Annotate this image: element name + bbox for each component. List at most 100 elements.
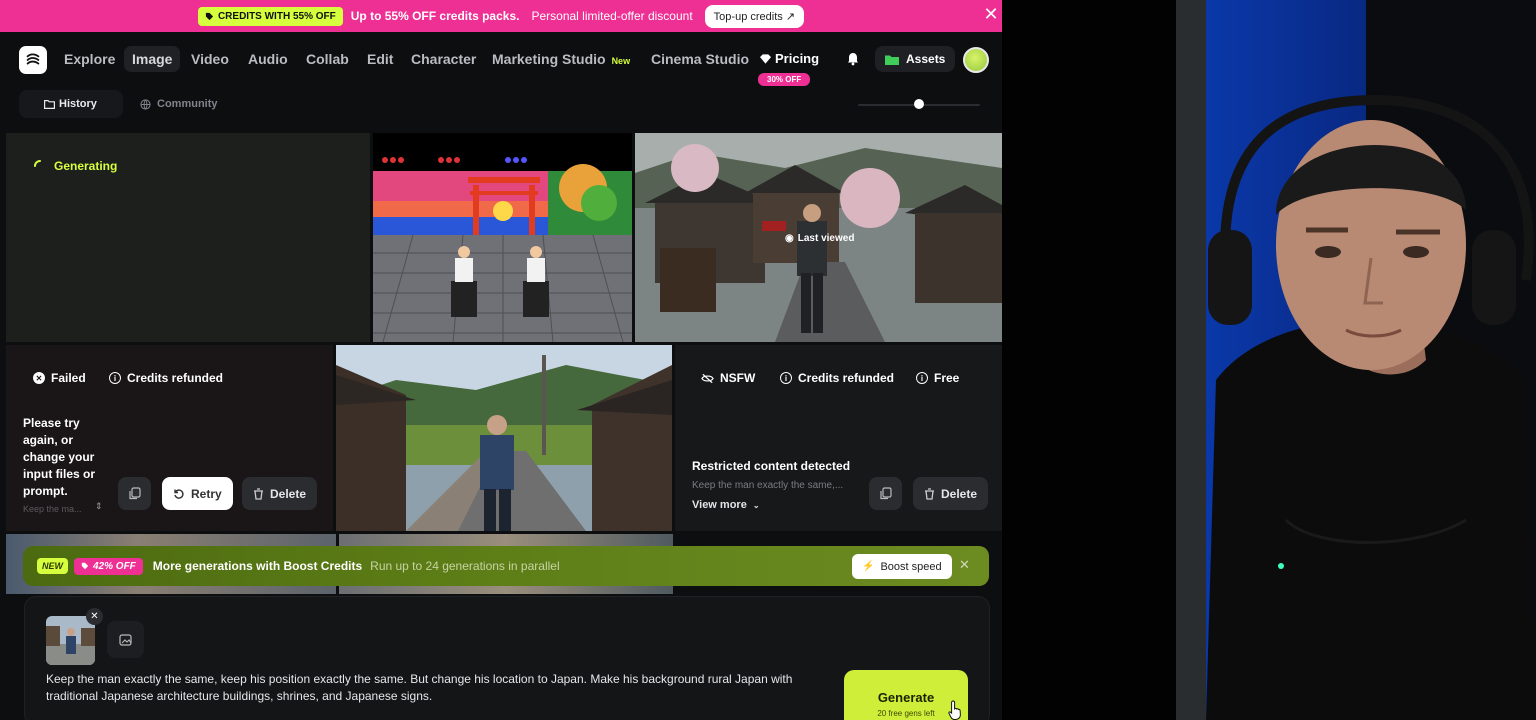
nav-marketing-studio[interactable]: Marketing Studio New <box>492 51 630 67</box>
nav-explore[interactable]: Explore <box>64 51 115 67</box>
delete-label-failed: Delete <box>270 486 307 501</box>
assets-label: Assets <box>906 52 946 66</box>
lightning-icon: ⚡ <box>862 561 875 572</box>
view-more-link[interactable]: View more ⌄ <box>692 499 760 511</box>
view-more-label: View more <box>692 499 747 511</box>
arrow-up-right-icon: ↗ <box>785 10 796 23</box>
trash-icon <box>925 487 934 500</box>
nav-pricing-label: Pricing <box>775 51 820 66</box>
topup-credits-button[interactable]: Top-up credits ↗ <box>704 4 805 28</box>
nsfw-status: NSFW <box>701 371 755 385</box>
remove-image-button[interactable]: ✕ <box>86 608 103 625</box>
man-photo-image <box>46 616 95 665</box>
copy-prompt-button[interactable] <box>118 477 151 510</box>
retry-label: Retry <box>191 486 222 501</box>
copy-icon <box>879 487 892 500</box>
boost-speed-label: Boost speed <box>880 560 942 573</box>
webcam-person-image <box>1176 0 1536 720</box>
app-window: CREDITS WITH 55% OFF Up to 55% OFF credi… <box>0 0 1002 720</box>
retry-button[interactable]: Retry <box>162 477 233 510</box>
tab-history-label: History <box>59 98 97 110</box>
hand-cursor-icon <box>948 700 961 720</box>
tab-history[interactable]: History <box>19 90 123 118</box>
nav-audio[interactable]: Audio <box>248 51 288 67</box>
pricing-discount-badge: 30% OFF <box>758 73 811 86</box>
close-icon[interactable]: ✕ <box>982 4 1000 25</box>
arcade-scene-image <box>373 133 632 342</box>
last-viewed-label: Last viewed <box>797 233 855 244</box>
topup-credits-label: Top-up credits <box>713 10 783 23</box>
retry-icon <box>174 488 184 499</box>
screen-divider <box>1002 0 1176 720</box>
generating-status: Generating <box>34 159 117 173</box>
last-viewed-badge: ◉ Last viewed <box>785 233 854 244</box>
logo-icon <box>26 53 40 65</box>
tab-community[interactable]: Community <box>130 90 228 118</box>
diamond-icon <box>760 54 771 64</box>
failed-message: Please try again, or change your input f… <box>23 416 95 498</box>
folder-icon <box>885 55 899 65</box>
nsfw-status-label: NSFW <box>720 371 756 385</box>
nav-marketing-studio-label: Marketing Studio <box>492 51 606 67</box>
boost-description: Run up to 24 generations in parallel <box>370 559 560 573</box>
assets-button[interactable]: Assets <box>875 46 956 72</box>
user-avatar[interactable] <box>963 47 989 73</box>
copy-prompt-button-nsfw[interactable] <box>869 477 902 510</box>
restricted-title: Restricted content detected <box>692 459 851 473</box>
failed-status: ✕ Failed <box>33 371 86 385</box>
generating-label: Generating <box>54 159 118 173</box>
free-label: Free <box>934 371 960 385</box>
promo-subline: Personal limited-offer discount <box>531 9 693 23</box>
promo-badge: CREDITS WITH 55% OFF <box>197 6 343 26</box>
info-icon: i <box>780 372 792 384</box>
result-image-village-last-viewed[interactable]: ◉ Last viewed <box>635 133 1002 342</box>
app-logo[interactable] <box>19 46 47 74</box>
tab-community-label: Community <box>157 98 218 110</box>
nsfw-credits-refunded-label: Credits refunded <box>798 371 895 385</box>
trash-icon <box>254 487 263 500</box>
top-navigation: Explore Image Video Audio Collab Edit Ch… <box>0 32 1002 88</box>
boost-speed-button[interactable]: ⚡ Boost speed <box>852 554 952 579</box>
nav-cinema-studio[interactable]: Cinema Studio <box>651 51 749 67</box>
tag-icon <box>81 562 89 570</box>
delete-button-nsfw[interactable]: Delete <box>913 477 989 510</box>
x-circle-icon: ✕ <box>33 372 45 384</box>
bell-icon[interactable] <box>846 52 860 66</box>
promo-badge-text: CREDITS WITH 55% OFF <box>217 10 336 22</box>
eye-off-icon <box>701 373 714 383</box>
prompt-composer: ✕ Keep the man exactly the same, keep hi… <box>24 596 990 720</box>
close-icon[interactable]: ✕ <box>959 557 970 573</box>
nav-pricing[interactable]: Pricing <box>760 51 819 66</box>
tag-icon <box>205 12 214 20</box>
input-image-thumbnail[interactable] <box>46 616 95 665</box>
nav-edit[interactable]: Edit <box>367 51 393 67</box>
nav-video[interactable]: Video <box>191 51 229 67</box>
delete-label-nsfw: Delete <box>941 486 978 501</box>
copy-icon <box>128 487 141 500</box>
boost-title: More generations with Boost Credits <box>152 559 363 573</box>
credits-refunded-status: i Credits refunded <box>109 371 223 385</box>
failed-prompt-preview: Keep the ma... <box>23 504 82 514</box>
spinner-icon <box>34 160 41 167</box>
discount-label: 42% OFF <box>93 560 136 572</box>
discount-badge: 42% OFF <box>74 557 143 575</box>
restricted-prompt-preview: Keep the man exactly the same,... <box>692 480 844 491</box>
add-image-button[interactable] <box>107 621 144 658</box>
free-status: i Free <box>916 371 959 385</box>
promo-banner: CREDITS WITH 55% OFF Up to 55% OFF credi… <box>0 0 1002 32</box>
delete-button-failed[interactable]: Delete <box>242 477 318 510</box>
generating-card: Generating <box>6 133 370 342</box>
expand-chevron-icon[interactable]: ⇕ <box>95 501 103 512</box>
result-image-village[interactable] <box>336 345 672 531</box>
new-badge: New <box>611 56 631 66</box>
result-image-arcade[interactable] <box>373 133 632 342</box>
nav-collab[interactable]: Collab <box>306 51 349 67</box>
nav-character[interactable]: Character <box>411 51 476 67</box>
prompt-input[interactable]: Keep the man exactly the same, keep his … <box>46 671 826 705</box>
folder-outline-icon <box>44 99 55 109</box>
zoom-slider-handle[interactable] <box>914 99 924 109</box>
info-icon: i <box>109 372 121 384</box>
info-icon: i <box>916 372 928 384</box>
nav-image[interactable]: Image <box>124 46 181 72</box>
failed-card: ✕ Failed i Credits refunded Please try a… <box>6 345 333 531</box>
